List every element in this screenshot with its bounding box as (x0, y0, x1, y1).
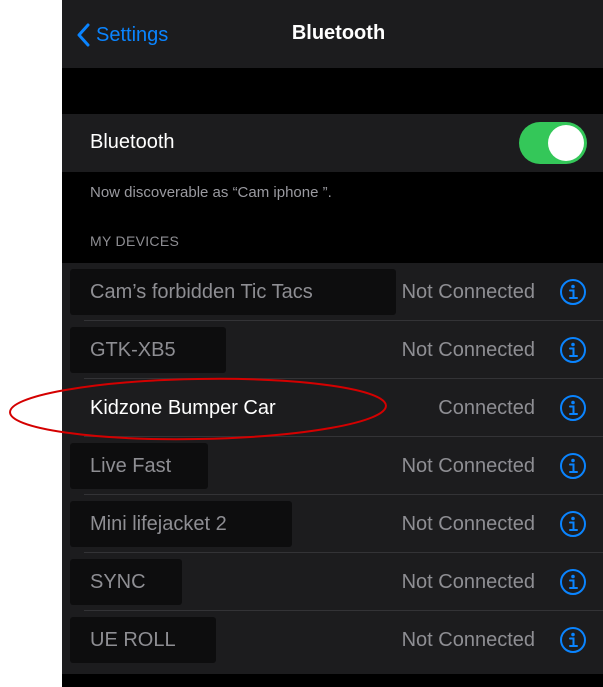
device-row[interactable]: GTK-XB5 Not Connected (62, 321, 603, 379)
page-title: Bluetooth (291, 22, 386, 44)
info-icon[interactable] (559, 394, 587, 422)
info-icon[interactable] (559, 626, 587, 654)
device-row[interactable]: Mini lifejacket 2 Not Connected (62, 495, 603, 553)
device-name: Live Fast (90, 455, 172, 477)
switch-knob (548, 125, 584, 161)
info-icon[interactable] (559, 568, 587, 596)
device-status: Not Connected (401, 629, 535, 651)
bluetooth-toggle-label: Bluetooth (90, 131, 175, 153)
info-icon[interactable] (559, 452, 587, 480)
device-name: Kidzone Bumper Car (90, 397, 276, 419)
device-name: Cam’s forbidden Tic Tacs (90, 281, 313, 303)
navigation-bar: Settings Bluetooth (62, 0, 603, 68)
device-status: Not Connected (401, 339, 535, 361)
device-list: Cam’s forbidden Tic Tacs Not Connected G… (62, 263, 603, 674)
device-row[interactable]: UE ROLL Not Connected (62, 611, 603, 669)
bluetooth-settings-screen: Settings Bluetooth Bluetooth Now discove… (62, 0, 603, 687)
device-status: Not Connected (401, 571, 535, 593)
bluetooth-switch[interactable] (519, 122, 587, 164)
device-row[interactable]: SYNC Not Connected (62, 553, 603, 611)
device-status: Not Connected (401, 281, 535, 303)
device-row[interactable]: Cam’s forbidden Tic Tacs Not Connected (62, 263, 603, 321)
device-row[interactable]: Kidzone Bumper Car Connected (62, 379, 603, 437)
device-row[interactable]: Live Fast Not Connected (62, 437, 603, 495)
device-name: Mini lifejacket 2 (90, 513, 227, 535)
bluetooth-toggle-row: Bluetooth (62, 114, 603, 172)
my-devices-header: MY DEVICES (90, 233, 180, 249)
device-status: Connected (438, 397, 535, 419)
info-icon[interactable] (559, 336, 587, 364)
info-icon[interactable] (559, 278, 587, 306)
info-icon[interactable] (559, 510, 587, 538)
discoverable-footer: Now discoverable as “Cam iphone ”. (90, 184, 332, 201)
device-name: SYNC (90, 571, 146, 593)
device-name: UE ROLL (90, 629, 176, 651)
device-status: Not Connected (401, 455, 535, 477)
device-name: GTK-XB5 (90, 339, 176, 361)
device-status: Not Connected (401, 513, 535, 535)
